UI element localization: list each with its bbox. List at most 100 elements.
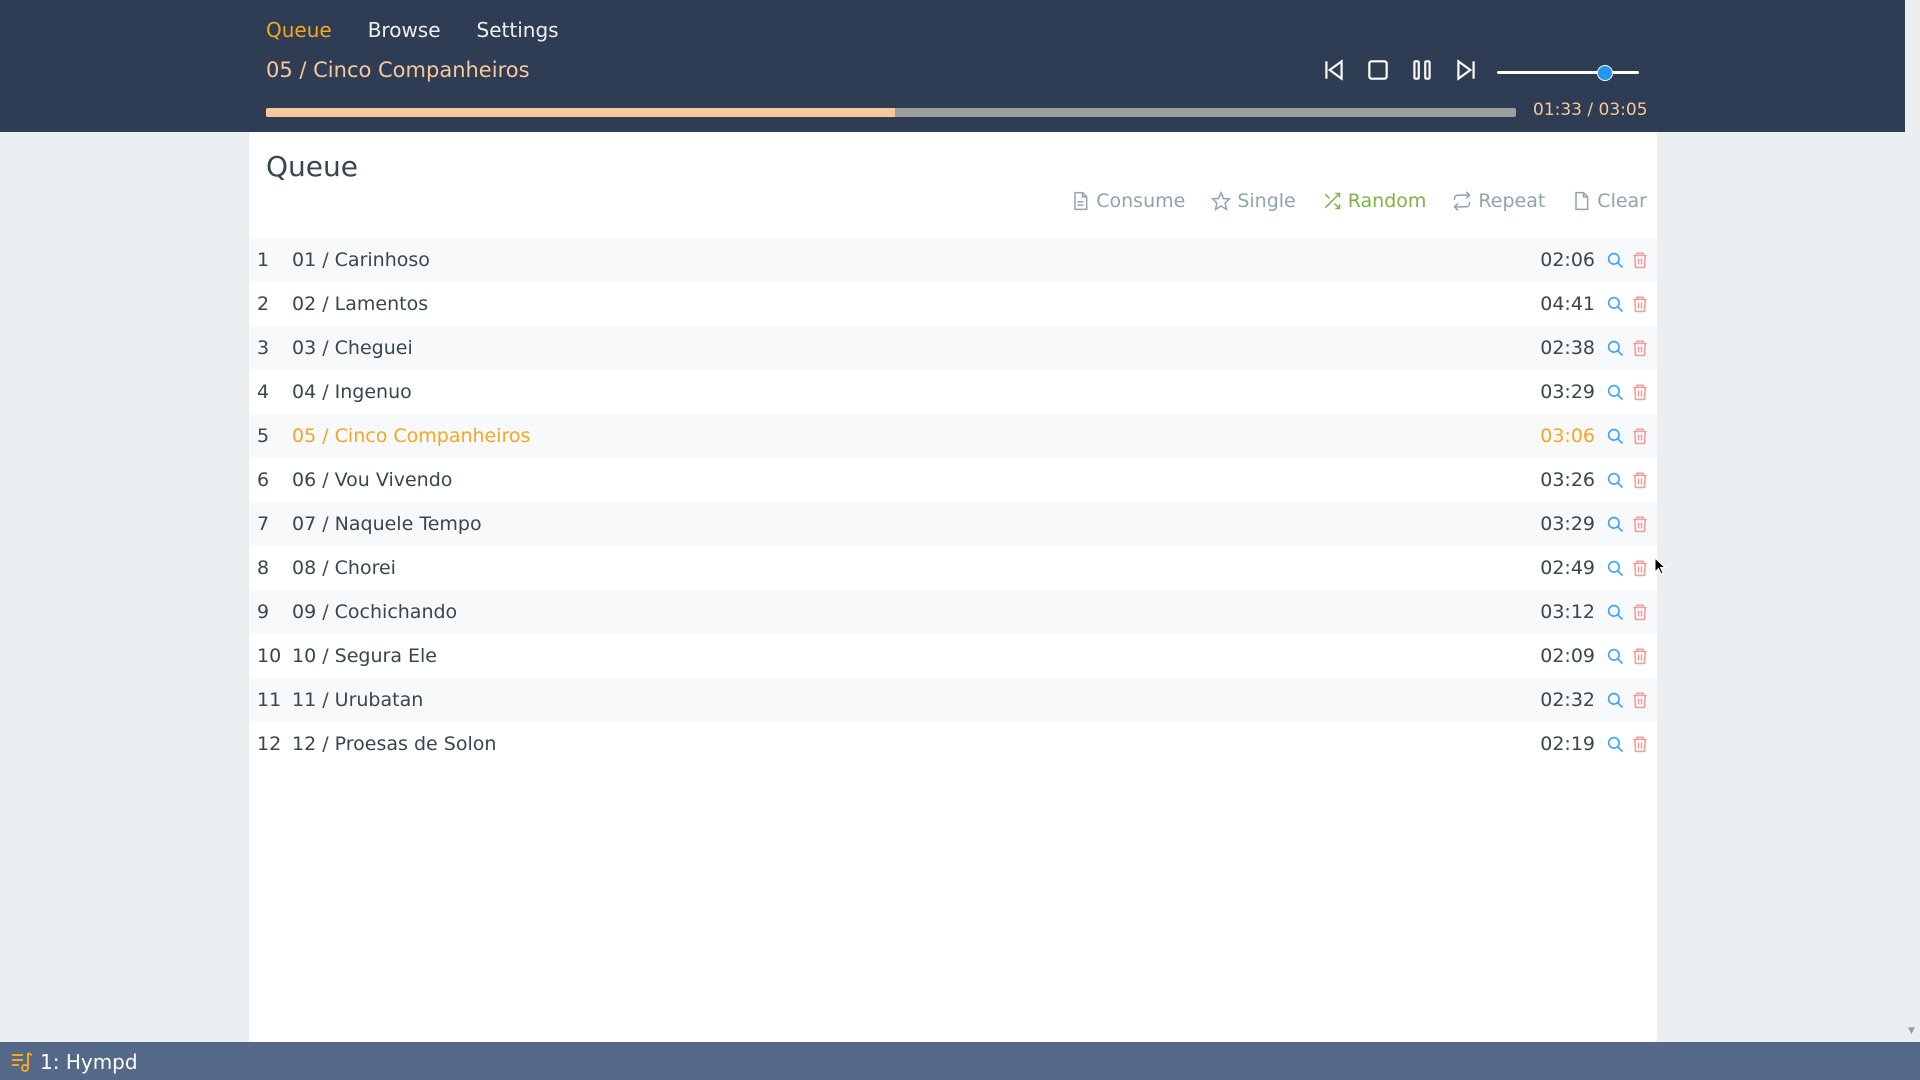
trash-icon[interactable] bbox=[1631, 339, 1649, 357]
search-icon[interactable] bbox=[1606, 339, 1624, 357]
now-playing-title: 05 / Cinco Companheiros bbox=[266, 58, 530, 82]
nav-queue[interactable]: Queue bbox=[266, 18, 332, 42]
shuffle-icon bbox=[1324, 192, 1340, 210]
search-icon[interactable] bbox=[1606, 383, 1624, 401]
table-row[interactable]: 4 04 / Ingenuo 03:29 bbox=[249, 370, 1657, 414]
music-playlist-icon bbox=[12, 1052, 33, 1072]
table-row[interactable]: 1 01 / Carinhoso 02:06 bbox=[249, 238, 1657, 282]
progress-fill bbox=[266, 108, 895, 117]
search-icon[interactable] bbox=[1606, 559, 1624, 577]
random-button[interactable]: Random bbox=[1322, 190, 1427, 212]
trash-icon[interactable] bbox=[1631, 603, 1649, 621]
trash-icon[interactable] bbox=[1631, 251, 1649, 269]
repeat-label: Repeat bbox=[1478, 190, 1546, 212]
track-number: 8 bbox=[257, 557, 270, 579]
track-duration: 02:32 bbox=[1540, 689, 1595, 711]
clear-button[interactable]: Clear bbox=[1571, 190, 1647, 212]
taskbar: 1: Hympd bbox=[0, 1042, 1920, 1080]
track-duration: 03:06 bbox=[1540, 425, 1595, 447]
consume-button[interactable]: Consume bbox=[1070, 190, 1185, 212]
search-icon[interactable] bbox=[1606, 691, 1624, 709]
header-bar: Queue Browse Settings 05 / Cinco Companh… bbox=[0, 0, 1905, 132]
trash-icon[interactable] bbox=[1631, 735, 1649, 753]
pause-button[interactable] bbox=[1408, 56, 1436, 84]
table-row[interactable]: 2 02 / Lamentos 04:41 bbox=[249, 282, 1657, 326]
random-label: Random bbox=[1347, 190, 1427, 212]
page-scrollbar[interactable] bbox=[1905, 0, 1920, 1042]
single-button[interactable]: Single bbox=[1211, 190, 1296, 212]
consume-label: Consume bbox=[1096, 190, 1186, 212]
search-icon[interactable] bbox=[1606, 515, 1624, 533]
trash-icon[interactable] bbox=[1631, 647, 1649, 665]
volume-slider[interactable] bbox=[1497, 60, 1639, 84]
track-duration: 02:09 bbox=[1540, 645, 1595, 667]
track-title: 05 / Cinco Companheiros bbox=[292, 425, 531, 447]
trash-icon[interactable] bbox=[1631, 383, 1649, 401]
pause-icon bbox=[1413, 60, 1431, 80]
nav-settings[interactable]: Settings bbox=[477, 18, 559, 42]
table-row[interactable]: 10 10 / Segura Ele 02:09 bbox=[249, 634, 1657, 678]
queue-panel: Queue Consume Single Random Repeat Clear… bbox=[249, 132, 1657, 1042]
playback-controls bbox=[1320, 56, 1480, 84]
track-number: 10 bbox=[257, 645, 282, 667]
search-icon[interactable] bbox=[1606, 295, 1624, 313]
track-title: 08 / Chorei bbox=[292, 557, 396, 579]
track-number: 2 bbox=[257, 293, 270, 315]
search-icon[interactable] bbox=[1606, 603, 1624, 621]
track-title: 07 / Naquele Tempo bbox=[292, 513, 482, 535]
track-number: 11 bbox=[257, 689, 282, 711]
skip-previous-button[interactable] bbox=[1320, 56, 1348, 84]
file-icon bbox=[1575, 191, 1589, 211]
track-duration: 03:26 bbox=[1540, 469, 1595, 491]
nav-browse[interactable]: Browse bbox=[368, 18, 441, 42]
trash-icon[interactable] bbox=[1631, 515, 1649, 533]
search-icon[interactable] bbox=[1606, 735, 1624, 753]
track-duration: 03:29 bbox=[1540, 381, 1595, 403]
scroll-down-arrow-icon[interactable]: ▼ bbox=[1908, 1026, 1915, 1036]
track-title: 06 / Vou Vivendo bbox=[292, 469, 453, 491]
track-number: 12 bbox=[257, 733, 282, 755]
table-row[interactable]: 3 03 / Cheguei 02:38 bbox=[249, 326, 1657, 370]
trash-icon[interactable] bbox=[1631, 559, 1649, 577]
trash-icon[interactable] bbox=[1631, 295, 1649, 313]
search-icon[interactable] bbox=[1606, 647, 1624, 665]
table-row[interactable]: 12 12 / Proesas de Solon 02:19 bbox=[249, 722, 1657, 766]
track-number: 1 bbox=[257, 249, 270, 271]
track-duration: 03:12 bbox=[1540, 601, 1595, 623]
table-row[interactable]: 5 05 / Cinco Companheiros 03:06 bbox=[249, 414, 1657, 458]
trash-icon[interactable] bbox=[1631, 691, 1649, 709]
playback-time: 01:33 / 03:05 bbox=[1533, 100, 1648, 120]
search-icon[interactable] bbox=[1606, 251, 1624, 269]
clear-label: Clear bbox=[1597, 190, 1647, 212]
track-number: 4 bbox=[257, 381, 270, 403]
queue-list: 1 01 / Carinhoso 02:06 2 02 / Lamentos 04:41 3… bbox=[249, 238, 1657, 766]
volume-knob[interactable] bbox=[1596, 65, 1613, 81]
table-row[interactable]: 8 08 / Chorei 02:49 bbox=[249, 546, 1657, 590]
repeat-icon bbox=[1453, 191, 1471, 211]
table-row[interactable]: 7 07 / Naquele Tempo 03:29 bbox=[249, 502, 1657, 546]
track-duration: 04:41 bbox=[1540, 293, 1595, 315]
search-icon[interactable] bbox=[1606, 427, 1624, 445]
track-number: 6 bbox=[257, 469, 270, 491]
track-title: 11 / Urubatan bbox=[292, 689, 424, 711]
track-number: 3 bbox=[257, 337, 270, 359]
track-title: 01 / Carinhoso bbox=[292, 249, 430, 271]
table-row[interactable]: 6 06 / Vou Vivendo 03:26 bbox=[249, 458, 1657, 502]
mouse-cursor-icon bbox=[1654, 557, 1666, 575]
table-row[interactable]: 9 09 / Cochichando 03:12 bbox=[249, 590, 1657, 634]
repeat-button[interactable]: Repeat bbox=[1452, 190, 1545, 212]
search-icon[interactable] bbox=[1606, 471, 1624, 489]
trash-icon[interactable] bbox=[1631, 427, 1649, 445]
track-title: 03 / Cheguei bbox=[292, 337, 413, 359]
table-row[interactable]: 11 11 / Urubatan 02:32 bbox=[249, 678, 1657, 722]
stop-button[interactable] bbox=[1364, 56, 1392, 84]
page-title: Queue bbox=[266, 150, 358, 183]
skip-next-button[interactable] bbox=[1452, 56, 1480, 84]
trash-icon[interactable] bbox=[1631, 471, 1649, 489]
volume-track bbox=[1497, 71, 1639, 74]
playback-progress-bar[interactable] bbox=[266, 108, 1516, 117]
track-title: 12 / Proesas de Solon bbox=[292, 733, 497, 755]
taskbar-window-label[interactable]: 1: Hympd bbox=[40, 1050, 138, 1074]
track-title: 04 / Ingenuo bbox=[292, 381, 412, 403]
track-number: 5 bbox=[257, 425, 270, 447]
